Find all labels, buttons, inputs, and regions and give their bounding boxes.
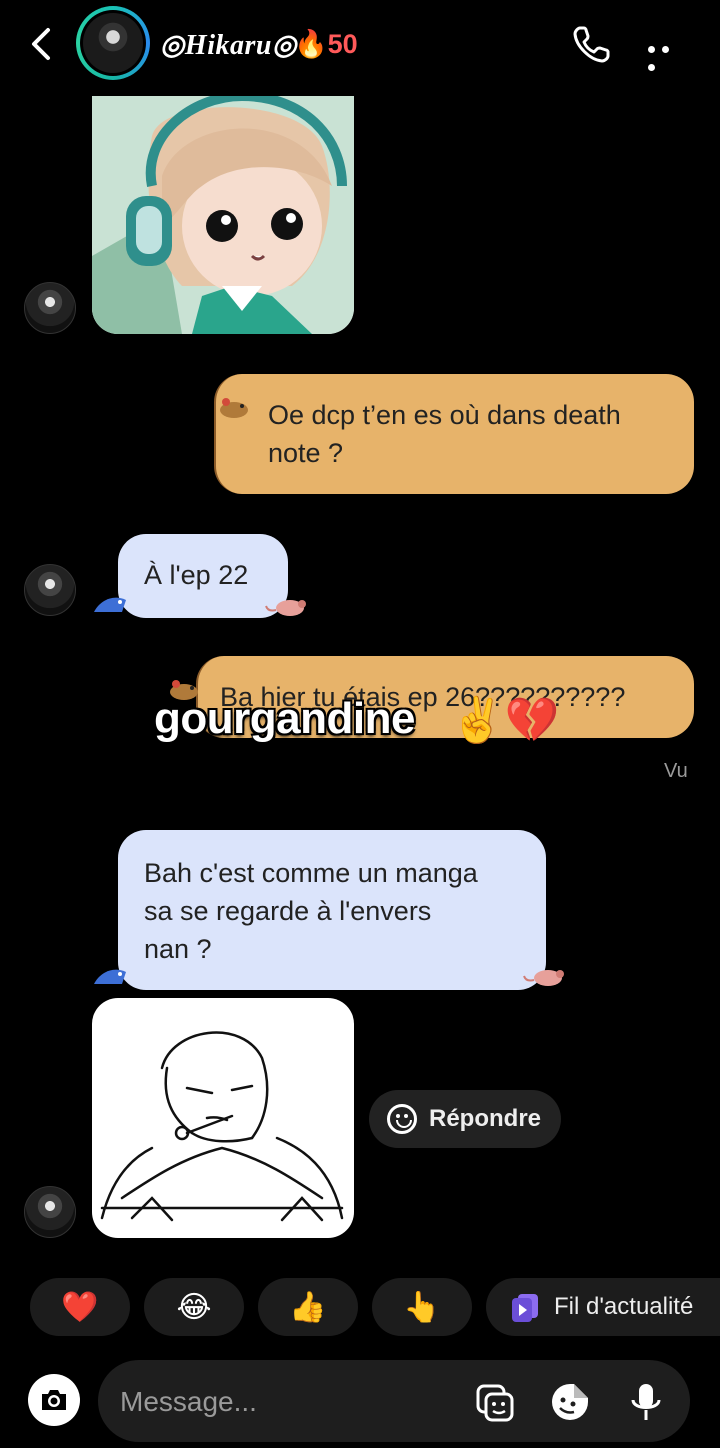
reaction-point-up-button[interactable]: 👆 xyxy=(372,1278,472,1336)
reaction-thumbs-up-button[interactable]: 👍 xyxy=(258,1278,358,1336)
reaction-laugh-button[interactable]: 😂 xyxy=(144,1278,244,1336)
camera-icon xyxy=(42,1390,66,1410)
emoji-sticker-icon[interactable] xyxy=(548,1380,592,1424)
sketch-character-icon xyxy=(100,1031,344,1222)
overlay-emoji: ✌️💔 xyxy=(450,696,560,745)
reaction-heart-button[interactable]: ❤️ xyxy=(30,1278,130,1336)
chat-header: ◎Hikaru◎ 🔥50 xyxy=(0,0,720,90)
message-text-line: note ? xyxy=(268,438,344,468)
capybara-sticker-icon xyxy=(220,398,248,418)
phone-call-icon[interactable] xyxy=(570,22,614,66)
fire-icon: 🔥 xyxy=(294,29,328,59)
streak-count: 50 xyxy=(327,29,358,59)
contact-name[interactable]: ◎Hikaru◎ xyxy=(160,28,297,62)
back-arrow-icon[interactable] xyxy=(26,26,58,62)
sender-avatar[interactable] xyxy=(24,282,76,334)
seen-status: Vu xyxy=(664,760,688,782)
feed-button-label: Fil d'actualité xyxy=(554,1293,694,1320)
feed-icon xyxy=(512,1294,538,1322)
anime-avatar-icon xyxy=(92,96,354,334)
more-options-icon[interactable] xyxy=(648,40,688,71)
sender-avatar[interactable] xyxy=(24,1186,76,1238)
rat-sticker-icon xyxy=(523,970,564,986)
streak-badge: 🔥50 xyxy=(294,28,358,60)
message-text-line: Oe dcp t’en es où dans death xyxy=(268,400,621,430)
overlay-caption: gourgandine xyxy=(154,694,415,743)
message-bubble-incoming[interactable]: Bah c'est comme un manga sa se regarde à… xyxy=(118,830,546,990)
message-text-line: sa se regarde à l'envers xyxy=(144,896,432,926)
reply-button-label: Répondre xyxy=(429,1105,542,1132)
message-bubble-incoming[interactable]: À l'ep 22 xyxy=(118,534,288,618)
message-composer xyxy=(98,1360,690,1442)
contact-avatar[interactable] xyxy=(76,6,150,80)
sticker-gallery-icon[interactable] xyxy=(472,1380,516,1424)
message-text-line: À l'ep 22 xyxy=(144,560,249,590)
message-input[interactable] xyxy=(120,1382,450,1422)
camera-button[interactable] xyxy=(28,1374,80,1426)
blue-fish-sticker-icon xyxy=(94,969,126,984)
rat-sticker-icon xyxy=(265,600,306,616)
received-image-anime-avatar[interactable] xyxy=(92,96,354,334)
microphone-icon[interactable] xyxy=(624,1380,668,1424)
smiley-icon xyxy=(387,1104,417,1134)
message-bubble-outgoing[interactable]: Oe dcp t’en es où dans death note ? xyxy=(214,374,694,494)
feed-button[interactable]: Fil d'actualité xyxy=(486,1278,720,1336)
sender-avatar[interactable] xyxy=(24,564,76,616)
received-image-sketch[interactable] xyxy=(92,998,354,1238)
message-text-line: nan ? xyxy=(144,934,212,964)
reply-button[interactable]: Répondre xyxy=(369,1090,561,1148)
message-text-line: Bah c'est comme un manga xyxy=(144,858,478,888)
blue-fish-sticker-icon xyxy=(94,597,126,612)
